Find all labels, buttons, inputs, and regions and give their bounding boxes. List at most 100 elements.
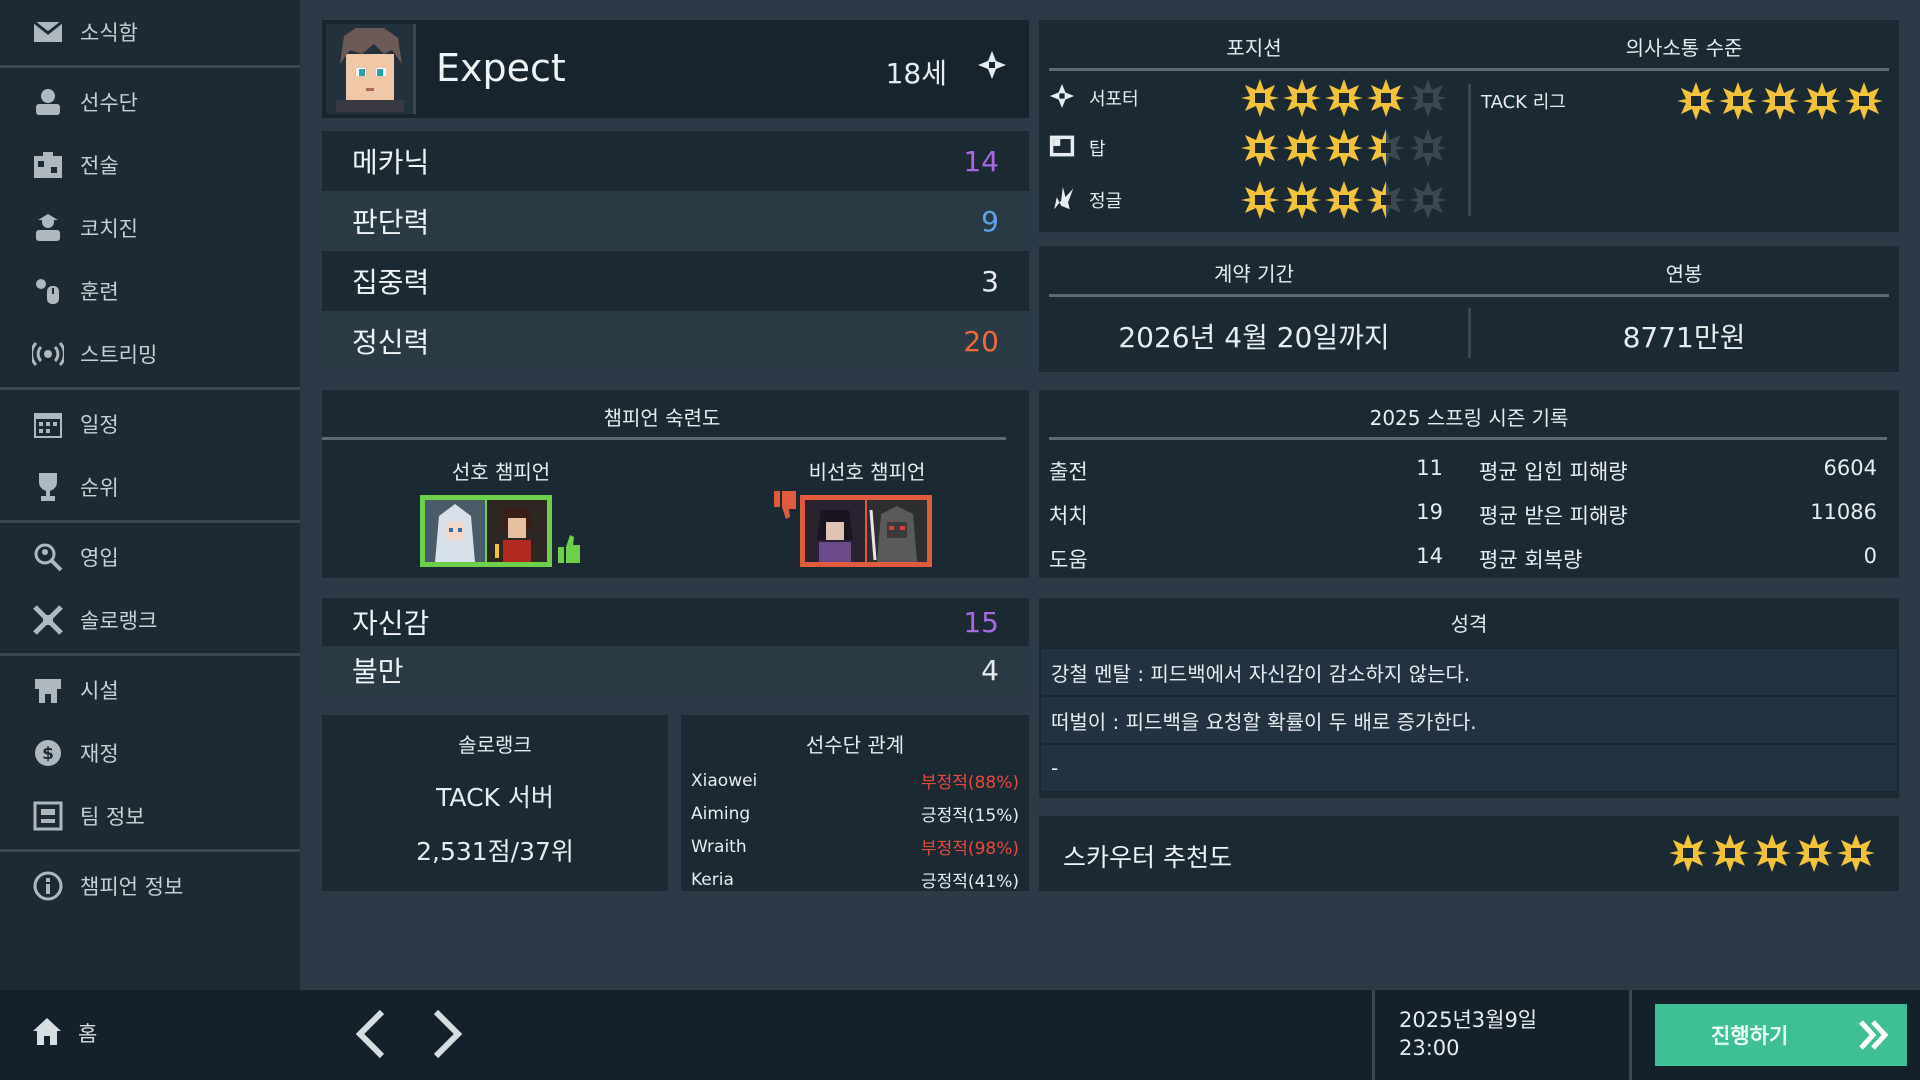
players-icon (32, 86, 64, 118)
nav-coaches[interactable]: 코치진 (0, 196, 300, 259)
nav-divider (0, 653, 300, 656)
nav-solorank[interactable]: 솔로랭크 (0, 588, 300, 651)
panel-title: 선수단 관계 (805, 733, 905, 757)
nav-schedule[interactable]: 일정 (0, 392, 300, 455)
facility-icon (32, 674, 64, 706)
nav-players[interactable]: 선수단 (0, 70, 300, 133)
star-icon (1323, 179, 1365, 221)
stat-value: 15 (963, 605, 999, 639)
star-empty-icon (1407, 179, 1449, 221)
trait-item: 강철 멘탈 : 피드백에서 자신감이 감소하지 않는다. (1041, 647, 1897, 695)
relation-name: Xiaowei (691, 770, 758, 791)
solorank-panel: 솔로랭크 TACK 서버 2,531점/37위 (322, 715, 668, 891)
star-icon (1323, 77, 1365, 119)
nav-streaming[interactable]: 스트리밍 (0, 322, 300, 385)
season-value: 6604 (1823, 456, 1877, 480)
home-button[interactable]: 홈 (32, 1016, 97, 1050)
season-row: 출전 11 (1049, 456, 1443, 486)
proceed-button[interactable]: 진행하기 (1655, 1004, 1907, 1066)
nav-label: 재정 (80, 741, 119, 766)
solorank-score: 2,531점/37위 (416, 837, 574, 866)
season-row: 평균 입힌 피해량 6604 (1479, 456, 1877, 486)
position-name: 정글 (1089, 191, 1123, 212)
star-icon (1239, 127, 1281, 169)
champion-portrait[interactable] (867, 500, 927, 562)
scouter-recommendation-panel: 스카우터 추천도 (1039, 816, 1899, 891)
stat-value: 3 (981, 264, 999, 298)
position-rating (1239, 127, 1449, 169)
nav-label: 스트리밍 (80, 342, 158, 367)
relation-row: Keria 긍정적(41%) (681, 863, 1029, 896)
champion-portrait[interactable] (487, 500, 547, 562)
stat-dissatisfaction: 불만 4 (322, 646, 1029, 694)
star-icon (1759, 80, 1801, 122)
star-empty-icon (1407, 77, 1449, 119)
nav-facility[interactable]: 시설 (0, 658, 300, 721)
star-icon (1717, 80, 1759, 122)
relation-row: Wraith 부정적(98%) (681, 830, 1029, 863)
nav-label: 선수단 (80, 90, 138, 115)
stat-value: 4 (981, 653, 999, 687)
stat-name: 집중력 (352, 266, 430, 299)
panel-title: 성격 (1450, 612, 1488, 636)
position-name: 서포터 (1089, 89, 1139, 110)
nav-tactics[interactable]: 전술 (0, 133, 300, 196)
preferred-champion-list (420, 495, 552, 567)
prev-button[interactable] (342, 1008, 398, 1064)
nav-inbox[interactable]: 소식함 (0, 0, 300, 63)
relation-name: Wraith (691, 836, 747, 857)
league-name: TACK 리그 (1481, 92, 1566, 113)
trophy-icon (32, 471, 64, 503)
champion-portrait[interactable] (425, 500, 485, 562)
star-icon (1801, 80, 1843, 122)
panel-title: 챔피언 숙련도 (603, 406, 721, 430)
positions-panel: 포지션 의사소통 수준 서포터 탑 정글 TACK 리그 (1039, 20, 1899, 232)
season-row: 평균 받은 피해량 11086 (1479, 500, 1877, 530)
champion-portrait[interactable] (805, 500, 865, 562)
column-divider (1468, 84, 1471, 216)
star-icon (1751, 832, 1793, 874)
sidebar: 소식함 선수단 전술 코치진 훈련 스트리밍 일정 순위 영입 솔로랭크 시설 … (0, 0, 300, 990)
season-label: 평균 회복량 (1479, 548, 1583, 572)
stat-name: 정신력 (352, 326, 430, 359)
personality-panel: 성격 강철 멘탈 : 피드백에서 자신감이 감소하지 않는다. 떠벌이 : 피드… (1039, 598, 1899, 798)
streaming-icon (32, 338, 64, 370)
divider (1049, 68, 1889, 71)
bottom-bar: 홈 2025년3월9일 23:00 진행하기 (0, 990, 1920, 1080)
salary-title: 연봉 (1665, 262, 1703, 286)
nav-label: 소식함 (80, 20, 138, 45)
communication-title: 의사소통 수준 (1625, 36, 1743, 60)
panel-title: 2025 스프링 시즌 기록 (1369, 406, 1569, 430)
contract-panel: 계약 기간 연봉 2026년 4월 20일까지 8771만원 (1039, 246, 1899, 372)
scouter-label: 스카우터 추천도 (1063, 843, 1232, 872)
champion-mastery-panel: 챔피언 숙련도 선호 챔피언 비선호 챔피언 (322, 390, 1029, 578)
nav-recruit[interactable]: 영입 (0, 525, 300, 588)
player-age: 18세 (885, 57, 947, 90)
nav-team-info[interactable]: 팀 정보 (0, 784, 300, 847)
position-rating (1239, 77, 1449, 119)
nav-ranking[interactable]: 순위 (0, 455, 300, 518)
stat-name: 메카닉 (352, 146, 430, 179)
nav-label: 시설 (80, 678, 119, 703)
position-row-jungle: 정글 (1049, 180, 1449, 220)
nav-training[interactable]: 훈련 (0, 259, 300, 322)
communication-rating (1675, 80, 1885, 122)
star-empty-icon (1407, 127, 1449, 169)
next-button[interactable] (420, 1008, 476, 1064)
non-preferred-label: 비선호 챔피언 (808, 460, 926, 484)
player-name: Expect (436, 46, 566, 90)
jungle-icon (1049, 185, 1075, 215)
stat-value: 20 (963, 324, 999, 358)
nav-label: 전술 (80, 153, 119, 178)
stat-confidence: 자신감 15 (322, 598, 1029, 646)
season-value: 19 (1416, 500, 1443, 524)
season-row: 도움 14 (1049, 544, 1443, 574)
preferred-champions: 선호 챔피언 (420, 456, 582, 567)
star-icon (1239, 179, 1281, 221)
preferred-label: 선호 챔피언 (451, 460, 551, 484)
nav-champion-info[interactable]: 챔피언 정보 (0, 854, 300, 917)
chevron-left-icon (352, 1009, 388, 1063)
nav-finance[interactable]: $ 재정 (0, 721, 300, 784)
season-value: 11 (1416, 456, 1443, 480)
scouter-rating (1667, 832, 1877, 874)
